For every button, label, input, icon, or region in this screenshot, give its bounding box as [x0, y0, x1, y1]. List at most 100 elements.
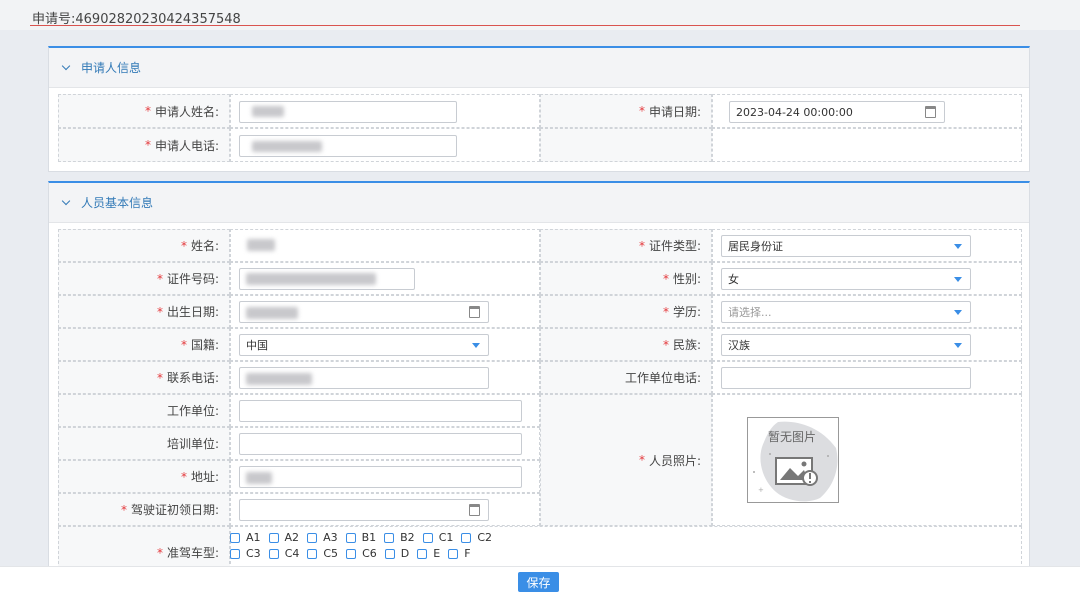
dropdown-caret-icon[interactable] [954, 343, 962, 348]
gender-select[interactable]: 女 [721, 268, 971, 290]
vehicle-type-option-label: B2 [400, 531, 415, 544]
dropdown-caret-icon[interactable] [472, 343, 480, 348]
vehicle-type-option-label: F [464, 547, 471, 560]
apply-date-label: * 申请日期: [540, 94, 712, 128]
person-info-grid: * 姓名: * 证件类型: 居民身份证 * 证件号码: * 性别: 女 * 出生日期: *… [58, 229, 1022, 579]
vehicle-type-checkbox[interactable] [230, 532, 240, 543]
name-cell [230, 229, 540, 262]
vehicle-type-option-label: A2 [284, 531, 300, 544]
apply-date-cell: 2023-04-24 00:00:00 [712, 94, 1022, 128]
photo-cell: + 暂无图片 [712, 394, 1022, 526]
id-number-input[interactable] [239, 268, 415, 290]
chevron-down-icon[interactable] [61, 61, 71, 71]
vehicle-type-checkbox[interactable] [268, 532, 279, 543]
gender-label: * 性别: [540, 262, 712, 295]
applicant-info-grid: * 申请人姓名: * 申请日期: 2023-04-24 00:00:00 * 申请人电… [58, 94, 1022, 162]
vehicle-type-option-label: B1 [361, 531, 377, 544]
calendar-icon[interactable] [469, 504, 480, 516]
apply-date-input[interactable]: 2023-04-24 00:00:00 [729, 101, 945, 123]
birth-date-input[interactable] [239, 301, 489, 323]
applicant-name-label: * 申请人姓名: [58, 94, 230, 128]
work-phone-cell [712, 361, 1022, 394]
applicant-phone-input[interactable] [239, 135, 457, 157]
calendar-icon[interactable] [469, 306, 480, 318]
chevron-down-icon[interactable] [61, 196, 71, 206]
work-phone-input[interactable] [721, 367, 971, 389]
work-unit-label: 工作单位: [58, 394, 230, 427]
license-date-input[interactable] [239, 499, 489, 521]
vehicle-type-row-1: A1 A2 A3 B1 B2 C1 C2 [230, 531, 492, 544]
applicant-phone-cell [230, 128, 540, 162]
person-info-card: 人员基本信息 * 姓名: * 证件类型: 居民身份证 * 证件号码: * 性别: 女 *… [48, 181, 1030, 581]
vehicle-type-option-label: D [400, 547, 410, 560]
nationality-label: * 国籍: [58, 328, 230, 361]
name-value-redacted [247, 239, 275, 251]
vehicle-type-checkbox[interactable] [345, 532, 356, 543]
vehicle-type-option-label: A1 [246, 531, 261, 544]
license-date-label: * 驾驶证初领日期: [58, 493, 230, 526]
education-label: * 学历: [540, 295, 712, 328]
birth-date-cell [230, 295, 540, 328]
vehicle-type-checkbox[interactable] [422, 532, 433, 543]
dropdown-caret-icon[interactable] [954, 244, 962, 249]
name-label: * 姓名: [58, 229, 230, 262]
ethnicity-value: 汉族 [728, 339, 750, 352]
applicant-info-title: 申请人信息 [81, 61, 142, 75]
vehicle-type-row-2: C3 C4 C5 C6 D E F [230, 547, 471, 560]
training-unit-input[interactable] [239, 433, 522, 455]
id-type-label: * 证件类型: [540, 229, 712, 262]
license-date-cell [230, 493, 540, 526]
birth-date-label: * 出生日期: [58, 295, 230, 328]
nationality-value: 中国 [246, 339, 268, 352]
vehicle-type-checkbox[interactable] [384, 532, 395, 543]
dropdown-caret-icon[interactable] [954, 277, 962, 282]
ethnicity-cell: 汉族 [712, 328, 1022, 361]
contact-phone-input[interactable] [239, 367, 489, 389]
nationality-select[interactable]: 中国 [239, 334, 489, 356]
person-info-header[interactable]: 人员基本信息 [49, 183, 1029, 223]
footer-bar: 保存 [0, 566, 1080, 596]
applicant-name-input[interactable] [239, 101, 457, 123]
nationality-cell: 中国 [230, 328, 540, 361]
empty-label-cell [540, 128, 712, 162]
applicant-info-header[interactable]: 申请人信息 [49, 48, 1029, 88]
person-info-title: 人员基本信息 [81, 196, 154, 210]
training-unit-cell [230, 427, 540, 460]
training-unit-label: 培训单位: [58, 427, 230, 460]
id-type-select[interactable]: 居民身份证 [721, 235, 971, 257]
applicant-info-card: 申请人信息 * 申请人姓名: * 申请日期: 2023-04-24 00:00:00… [48, 46, 1030, 172]
person-photo-placeholder[interactable]: + 暂无图片 [747, 417, 839, 503]
vehicle-type-checkbox[interactable] [346, 548, 357, 559]
header-underline [30, 25, 1020, 26]
vehicle-type-checkbox[interactable] [268, 548, 279, 559]
vehicle-type-checkbox[interactable] [448, 548, 459, 559]
ethnicity-select[interactable]: 汉族 [721, 334, 971, 356]
gender-cell: 女 [712, 262, 1022, 295]
vehicle-type-checkbox[interactable] [384, 548, 395, 559]
education-select[interactable]: 请选择... [721, 301, 971, 323]
vehicle-type-option-label: C4 [284, 547, 300, 560]
work-phone-label: 工作单位电话: [540, 361, 712, 394]
ethnicity-label: * 民族: [540, 328, 712, 361]
vehicle-type-checkbox[interactable] [307, 548, 318, 559]
address-cell [230, 460, 540, 493]
contact-phone-cell [230, 361, 540, 394]
vehicle-type-option-label: C5 [323, 547, 339, 560]
vehicle-type-checkbox[interactable] [417, 548, 428, 559]
vehicle-type-checkbox[interactable] [461, 532, 472, 543]
vehicle-type-checkbox[interactable] [307, 532, 318, 543]
work-unit-input[interactable] [239, 400, 522, 422]
vehicle-type-checkbox[interactable] [230, 548, 240, 559]
address-input[interactable] [239, 466, 522, 488]
save-button[interactable]: 保存 [518, 572, 559, 592]
empty-value-cell [712, 128, 1022, 162]
photo-label: * 人员照片: [540, 394, 712, 526]
id-type-cell: 居民身份证 [712, 229, 1022, 262]
id-number-label: * 证件号码: [58, 262, 230, 295]
education-placeholder: 请选择... [728, 306, 772, 319]
id-type-value: 居民身份证 [728, 240, 783, 253]
dropdown-caret-icon[interactable] [954, 310, 962, 315]
calendar-icon[interactable] [925, 106, 936, 118]
work-unit-cell [230, 394, 540, 427]
vehicle-type-option-label: C2 [477, 531, 493, 544]
